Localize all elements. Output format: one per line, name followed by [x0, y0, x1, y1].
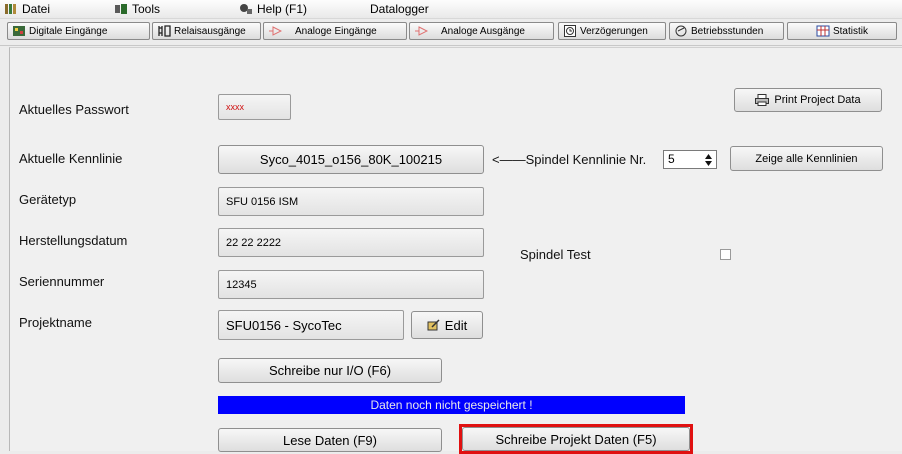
menu-help[interactable]: Help (F1) [239, 2, 307, 16]
zeige-alle-kennlinien-button[interactable]: Zeige alle Kennlinien [730, 146, 883, 171]
edit-label: Edit [444, 317, 468, 333]
analoge-ausgaenge-button[interactable]: Analoge Ausgänge [409, 22, 554, 40]
relaisausgaenge-button[interactable]: Relaisausgänge [152, 22, 261, 40]
herstellungsdatum-label: Herstellungsdatum [19, 233, 128, 248]
spindel-kennlinie-value: 5 [668, 152, 675, 166]
spindel-test-label: Spindel Test [520, 247, 591, 262]
verzoegerungen-label: Verzögerungen [580, 25, 648, 37]
seriennummer-label: Seriennummer [19, 274, 105, 289]
menu-datei-label: Datei [22, 2, 51, 16]
projektname-field[interactable]: SFU0156 - SycoTec [218, 310, 404, 340]
seriennummer-field[interactable]: 12345 [218, 270, 484, 299]
spindel-kennlinie-nr-label: <——Spindel Kennlinie Nr. [492, 152, 647, 167]
statistik-label: Statistik [832, 25, 868, 37]
relaisausgaenge-label: Relaisausgänge [174, 25, 246, 37]
betriebsstunden-label: Betriebsstunden [691, 25, 764, 37]
passwort-field[interactable]: xxxx [218, 94, 291, 120]
herstellungsdatum-field[interactable]: 22 22 2222 [218, 228, 484, 257]
analoge-eingaenge-button[interactable]: Analoge Eingänge [263, 22, 407, 40]
help-icon [240, 4, 252, 14]
up-down-arrow-icon[interactable] [704, 154, 713, 166]
analog-input-icon [269, 26, 282, 36]
tools-icon [115, 4, 127, 14]
kennlinie-label: Aktuelle Kennlinie [19, 151, 123, 166]
analoge-ausgaenge-label: Analoge Ausgänge [441, 25, 525, 37]
menu-help-label: Help (F1) [257, 2, 308, 16]
menu-tools-label: Tools [132, 2, 161, 16]
geraetetyp-field[interactable]: SFU 0156 ISM [218, 187, 484, 216]
digital-input-icon [13, 26, 25, 36]
kennlinie-button[interactable]: Syco_4015_o156_80K_100215 [218, 145, 484, 174]
menu-bar: Datei Tools Help (F1) Datalogger [0, 0, 902, 19]
betriebsstunden-button[interactable]: Betriebsstunden [669, 22, 784, 40]
status-message: Daten noch nicht gespeichert ! [218, 396, 685, 414]
menu-datalogger-label: Datalogger [370, 2, 429, 16]
lese-daten-button[interactable]: Lese Daten (F9) [218, 428, 442, 452]
datei-icon [5, 4, 16, 14]
projektname-label: Projektname [19, 315, 92, 330]
edit-button[interactable]: Edit [411, 311, 483, 339]
schreibe-projekt-daten-button[interactable]: Schreibe Projekt Daten (F5) [462, 427, 690, 451]
menu-datalogger[interactable]: Datalogger [370, 2, 429, 16]
spindel-test-checkbox[interactable] [720, 249, 731, 260]
relay-output-icon [158, 25, 171, 37]
print-project-data-label: Print Project Data [774, 94, 861, 106]
analoge-eingaenge-label: Analoge Eingänge [295, 25, 377, 37]
print-project-data-button[interactable]: Print Project Data [734, 88, 882, 112]
menu-datei[interactable]: Datei [4, 2, 50, 16]
passwort-label: Aktuelles Passwort [19, 102, 129, 117]
printer-icon [755, 94, 770, 106]
edit-icon [427, 319, 440, 331]
clock-icon [564, 25, 576, 37]
spindel-kennlinie-stepper[interactable]: 5 [663, 150, 717, 169]
statistics-icon [816, 25, 830, 37]
operating-hours-icon [675, 25, 687, 37]
geraetetyp-label: Gerätetyp [19, 192, 77, 207]
analog-output-icon [415, 26, 428, 36]
menu-tools[interactable]: Tools [114, 2, 160, 16]
statistik-button[interactable]: Statistik [787, 22, 897, 40]
verzoegerungen-button[interactable]: Verzögerungen [558, 22, 666, 40]
schreibe-nur-io-button[interactable]: Schreibe nur I/O (F6) [218, 358, 442, 383]
toolbar: Digitale Eingänge Relaisausgänge Analoge… [0, 19, 902, 46]
digitale-eingaenge-label: Digitale Eingänge [29, 25, 108, 37]
digitale-eingaenge-button[interactable]: Digitale Eingänge [7, 22, 150, 40]
